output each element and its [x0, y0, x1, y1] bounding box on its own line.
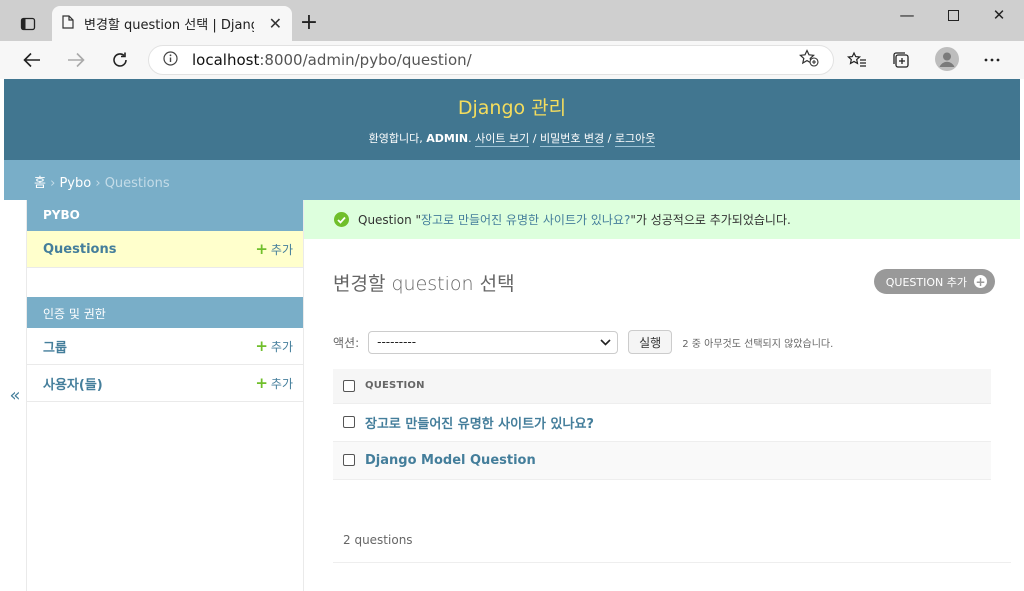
- actions-label: 액션:: [333, 335, 360, 350]
- sidebar-item-groups: 그룹 + 추가: [27, 328, 303, 365]
- row-cell: 장고로 만들어진 유명한 사이트가 있나요?: [365, 403, 991, 442]
- message-prefix: Question ": [358, 212, 422, 227]
- plus-icon: +: [255, 337, 268, 355]
- breadcrumb-separator: ›: [95, 176, 101, 191]
- main-content: Question " 장고로 만들어진 유명한 사이트가 있나요? "가 성공적으로…: [304, 200, 1020, 591]
- users-link[interactable]: 사용자(들): [43, 374, 103, 393]
- result-list: QUESTION 장고로 만들어진 유명한 사이트가 있나요? Django M…: [333, 369, 991, 480]
- module-caption[interactable]: 인증 및 권한: [27, 297, 303, 328]
- add-label: 추가: [270, 376, 293, 391]
- refresh-icon[interactable]: [105, 45, 135, 75]
- action-select[interactable]: ---------: [368, 330, 619, 354]
- breadcrumb-current: Questions: [104, 176, 170, 191]
- url-path: :8000/admin/pybo/question/: [259, 51, 472, 69]
- add-label: 추가: [270, 339, 293, 354]
- plus-icon: +: [255, 240, 268, 258]
- select-all-cell: [333, 369, 365, 404]
- new-tab-icon[interactable]: +: [298, 8, 320, 36]
- close-window-icon[interactable]: ✕: [976, 0, 1022, 30]
- add-question-button[interactable]: QUESTION 추가 +: [873, 269, 995, 294]
- add-label: 추가: [270, 242, 293, 257]
- row-checkbox-cell: [333, 441, 365, 480]
- sidebar-item-questions: Questions + 추가: [27, 231, 303, 268]
- row-checkbox[interactable]: [343, 454, 355, 466]
- forward-icon[interactable]: [61, 45, 91, 75]
- user-tools: 환영합니다, ADMIN. 사이트 보기 / 비밀번호 변경 / 로그아웃: [368, 132, 656, 147]
- collapse-sidebar-icon[interactable]: «: [4, 200, 27, 591]
- site-title[interactable]: Django 관리: [4, 79, 1020, 120]
- address-bar-row: localhost:8000/admin/pybo/question/: [0, 41, 1024, 79]
- select-all-checkbox[interactable]: [343, 379, 355, 392]
- welcome-text: 환영합니다,: [368, 132, 423, 145]
- profile-avatar-icon[interactable]: [935, 47, 959, 71]
- breadcrumb-app[interactable]: Pybo: [59, 176, 91, 191]
- page-icon: [62, 14, 74, 33]
- message-object-link[interactable]: 장고로 만들어진 유명한 사이트가 있나요?: [421, 211, 630, 228]
- tab-title: 변경할 question 선택 | Django 사이트 관리: [84, 18, 254, 33]
- logout-link[interactable]: 로그아웃: [614, 132, 656, 147]
- actions-bar: 액션: --------- 실행 2 중 아무것도 선택되지 않았습니다.: [333, 330, 833, 354]
- run-action-button[interactable]: 실행: [628, 330, 673, 354]
- sidebar-item-users: 사용자(들) + 추가: [27, 365, 303, 402]
- browser-tab[interactable]: 변경할 question 선택 | Django 사이트 관리 ✕: [52, 6, 292, 41]
- page-title: 변경할 question 선택: [333, 273, 515, 295]
- breadcrumb: 홈 › Pybo › Questions: [4, 160, 1020, 200]
- row-checkbox-cell: [333, 403, 365, 442]
- username: ADMIN: [426, 132, 469, 145]
- back-icon[interactable]: [17, 45, 47, 75]
- close-tab-icon[interactable]: ✕: [269, 14, 282, 33]
- module-pybo: PYBO Questions + 추가: [27, 200, 303, 268]
- action-counter: 2 중 아무것도 선택되지 않았습니다.: [682, 338, 834, 350]
- minimize-icon[interactable]: —: [884, 0, 930, 30]
- address-bar[interactable]: localhost:8000/admin/pybo/question/: [148, 45, 834, 75]
- page-viewport: Django 관리 환영합니다, ADMIN. 사이트 보기 / 비밀번호 변경…: [4, 79, 1020, 591]
- action-selected-value: ---------: [377, 335, 417, 349]
- plus-icon: +: [255, 374, 268, 392]
- tab-actions-icon[interactable]: [12, 10, 44, 38]
- table-row: Django Model Question: [333, 441, 991, 480]
- add-user-link[interactable]: + 추가: [255, 374, 293, 392]
- info-icon[interactable]: [163, 50, 178, 70]
- plus-icon: +: [974, 274, 987, 289]
- url-host: localhost: [192, 51, 260, 69]
- row-checkbox[interactable]: [343, 416, 355, 428]
- browser-tab-bar: 변경할 question 선택 | Django 사이트 관리 ✕ + — ✕: [0, 0, 1024, 41]
- table-row: 장고로 만들어진 유명한 사이트가 있나요?: [333, 403, 991, 442]
- add-question-label: QUESTION 추가: [885, 275, 967, 289]
- favorites-icon[interactable]: [846, 49, 868, 71]
- add-group-link[interactable]: + 추가: [255, 337, 293, 355]
- success-check-icon: [334, 212, 349, 227]
- table-header-row: QUESTION: [333, 369, 991, 404]
- message-suffix: "가 성공적으로 추가되었습니다.: [630, 213, 791, 227]
- groups-link[interactable]: 그룹: [43, 337, 67, 356]
- success-message: Question " 장고로 만들어진 유명한 사이트가 있나요? "가 성공적으로…: [304, 200, 1020, 239]
- question-link[interactable]: Django Model Question: [365, 453, 536, 468]
- admin-header: Django 관리 환영합니다, ADMIN. 사이트 보기 / 비밀번호 변경…: [4, 79, 1020, 160]
- breadcrumb-separator: ›: [50, 176, 56, 191]
- question-link[interactable]: 장고로 만들어진 유명한 사이트가 있나요?: [365, 417, 594, 432]
- questions-link[interactable]: Questions: [43, 242, 116, 257]
- change-password-link[interactable]: 비밀번호 변경: [539, 132, 605, 147]
- module-auth: 인증 및 권한 그룹 + 추가 사용자(들) + 추가: [27, 297, 303, 402]
- separator: /: [607, 132, 612, 145]
- add-favorite-icon[interactable]: [799, 49, 819, 71]
- nav-sidebar: « PYBO Questions + 추가 인증 및 권한 그룹 + 추가 사용자(…: [4, 200, 304, 591]
- collections-icon[interactable]: [890, 49, 912, 71]
- breadcrumb-home[interactable]: 홈: [34, 176, 46, 191]
- row-cell: Django Model Question: [365, 441, 991, 480]
- paginator: 2 questions: [333, 521, 1011, 563]
- more-menu-icon[interactable]: [981, 49, 1003, 71]
- view-site-link[interactable]: 사이트 보기: [475, 132, 530, 147]
- maximize-icon[interactable]: [930, 0, 976, 30]
- column-header-question[interactable]: QUESTION: [365, 369, 991, 404]
- module-caption[interactable]: PYBO: [27, 200, 303, 231]
- separator: /: [532, 132, 537, 145]
- chevron-down-icon: [600, 336, 611, 349]
- add-question-link[interactable]: + 추가: [255, 240, 293, 258]
